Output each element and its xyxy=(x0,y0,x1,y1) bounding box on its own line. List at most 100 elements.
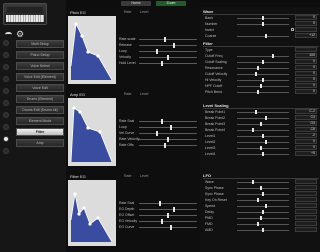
slider-knob[interactable] xyxy=(257,198,259,202)
slider-knob[interactable] xyxy=(172,207,175,212)
param-slider[interactable] xyxy=(237,206,289,207)
value-box[interactable]: 0 xyxy=(295,139,317,144)
slider-knob[interactable] xyxy=(257,66,259,70)
param-slider[interactable] xyxy=(139,221,197,222)
value-box[interactable]: 100 xyxy=(295,53,317,58)
slider-knob[interactable] xyxy=(164,37,167,42)
checkbox[interactable] xyxy=(291,28,294,31)
param-slider[interactable] xyxy=(237,86,289,87)
value-box[interactable]: -2 xyxy=(295,133,317,138)
param-slider[interactable] xyxy=(237,142,289,143)
gear-icon[interactable]: ⚙ xyxy=(16,30,24,39)
slider-knob[interactable] xyxy=(169,225,172,230)
slider-knob[interactable] xyxy=(158,201,161,206)
slider-knob[interactable] xyxy=(262,60,264,64)
slider-knob[interactable] xyxy=(262,78,264,82)
amp-eg-graph[interactable] xyxy=(68,98,116,166)
param-slider[interactable] xyxy=(237,68,289,69)
value-box[interactable]: 0 xyxy=(295,65,317,70)
param-slider[interactable] xyxy=(139,45,197,46)
value-box[interactable] xyxy=(295,185,317,190)
value-box[interactable]: +12 xyxy=(295,33,317,38)
slider-knob[interactable] xyxy=(264,116,267,120)
param-slider[interactable] xyxy=(237,36,289,37)
param-slider[interactable] xyxy=(237,148,289,149)
param-slider[interactable] xyxy=(237,130,289,131)
slider-knob[interactable] xyxy=(167,213,169,218)
value-box[interactable]: 0 xyxy=(295,89,317,94)
value-box[interactable]: 0 xyxy=(295,77,317,82)
slider-knob[interactable] xyxy=(254,110,257,114)
param-slider[interactable] xyxy=(139,121,197,122)
selection-dot[interactable] xyxy=(3,76,9,82)
sidebar-item[interactable]: Amp xyxy=(16,139,64,147)
value-box[interactable] xyxy=(295,221,317,226)
param-slider[interactable] xyxy=(237,74,289,75)
filter-eg-graph[interactable] xyxy=(68,180,116,246)
slider-knob[interactable] xyxy=(161,119,164,124)
slider-knob[interactable] xyxy=(262,16,264,20)
param-slider[interactable] xyxy=(237,118,289,119)
selection-dot[interactable] xyxy=(3,40,9,46)
slider-knob[interactable] xyxy=(167,137,169,142)
selection-dot[interactable] xyxy=(3,88,9,94)
value-box[interactable]: +5 xyxy=(295,151,317,156)
slider-knob[interactable] xyxy=(259,122,262,126)
sidebar-item[interactable]: Piano Setup xyxy=(16,51,64,59)
param-slider[interactable] xyxy=(139,209,197,210)
slider-knob[interactable] xyxy=(167,55,169,60)
param-slider[interactable] xyxy=(139,133,197,134)
value-box[interactable] xyxy=(295,215,317,220)
value-box[interactable]: 0 xyxy=(295,21,317,26)
value-box[interactable]: C3 xyxy=(295,115,317,120)
sidebar-item[interactable]: Multi Setup xyxy=(16,40,64,48)
sidebar-item[interactable]: Voice Edit (Element) xyxy=(16,73,64,81)
slider-knob[interactable] xyxy=(257,222,259,226)
slider-knob[interactable] xyxy=(252,128,254,132)
value-box[interactable]: 0 xyxy=(295,59,317,64)
sidebar-item[interactable]: Drums Edit (Drums kit) xyxy=(16,106,64,114)
slider-knob[interactable] xyxy=(272,54,274,58)
slider-knob[interactable] xyxy=(262,228,264,232)
value-box[interactable]: C-2 xyxy=(295,109,317,114)
slider-knob[interactable] xyxy=(259,216,262,220)
value-box[interactable] xyxy=(295,47,317,52)
slider-knob[interactable] xyxy=(262,22,264,26)
param-slider[interactable] xyxy=(139,63,197,64)
slider-knob[interactable] xyxy=(259,84,262,88)
slider-knob[interactable] xyxy=(262,134,264,138)
param-slider[interactable] xyxy=(237,56,289,57)
param-slider[interactable] xyxy=(237,124,289,125)
pitch-eg-graph[interactable] xyxy=(68,16,116,84)
slider-knob[interactable] xyxy=(155,131,158,136)
value-box[interactable] xyxy=(295,197,317,202)
value-box[interactable] xyxy=(295,27,317,32)
slider-knob[interactable] xyxy=(264,140,267,144)
wifi-icon[interactable] xyxy=(5,32,12,37)
selection-dot[interactable] xyxy=(3,112,9,118)
selection-dot[interactable] xyxy=(3,148,9,154)
param-slider[interactable] xyxy=(139,127,197,128)
param-slider[interactable] xyxy=(237,182,289,183)
slider-knob[interactable] xyxy=(257,90,259,94)
sidebar-item[interactable]: Voice Edit xyxy=(16,84,64,92)
param-slider[interactable] xyxy=(139,203,197,204)
sidebar-item[interactable]: Filter xyxy=(16,128,64,136)
slider-knob[interactable] xyxy=(155,49,158,54)
value-box[interactable]: 0 xyxy=(295,83,317,88)
param-slider[interactable] xyxy=(139,145,197,146)
selection-dot[interactable] xyxy=(3,64,9,70)
slider-knob[interactable] xyxy=(259,146,262,150)
value-box[interactable]: C8 xyxy=(295,127,317,132)
value-box[interactable]: 0 xyxy=(295,71,317,76)
slider-knob[interactable] xyxy=(264,204,267,208)
selection-dot[interactable] xyxy=(3,124,9,130)
slider-knob[interactable] xyxy=(172,43,175,48)
sidebar-item[interactable]: Voice Select xyxy=(16,62,64,70)
slider-knob[interactable] xyxy=(169,125,172,130)
tab-name[interactable]: Name xyxy=(121,1,151,6)
tab-zoom[interactable]: Zoom xyxy=(156,1,186,6)
value-box[interactable]: 0 xyxy=(295,15,317,20)
slider-knob[interactable] xyxy=(161,219,164,224)
value-box[interactable]: 0 xyxy=(295,145,317,150)
